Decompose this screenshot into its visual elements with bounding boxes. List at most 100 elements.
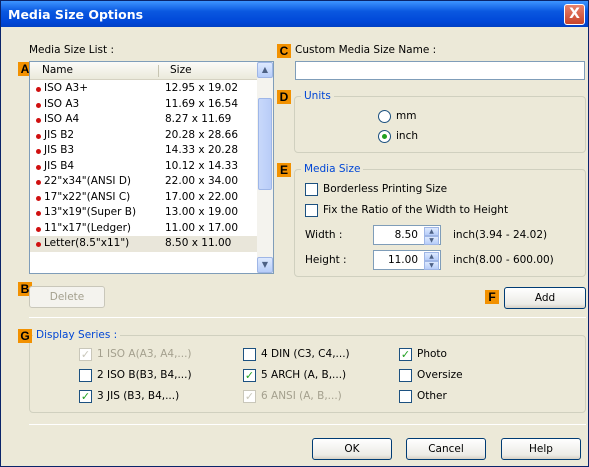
- column-header-name[interactable]: Name: [42, 64, 73, 76]
- series-label: Photo: [417, 348, 447, 360]
- add-button[interactable]: Add: [504, 287, 586, 309]
- list-item-name: 13"x19"(Super B): [44, 206, 137, 218]
- list-item[interactable]: Letter(8.5"x11") 8.50 x 11.00: [30, 236, 258, 252]
- media-size-title: Media Size: [301, 163, 364, 175]
- ok-button[interactable]: OK: [312, 438, 392, 460]
- series-checkbox[interactable]: [399, 390, 412, 403]
- list-item-size: 14.33 x 20.28: [165, 144, 239, 156]
- height-range: inch(8.00 - 600.00): [453, 254, 554, 266]
- list-scrollbar[interactable]: ▲ ▼: [257, 62, 273, 273]
- height-value[interactable]: 11.00: [388, 254, 418, 266]
- list-item[interactable]: 11"x17"(Ledger) 11.00 x 17.00: [30, 221, 258, 237]
- list-item-size: 11.69 x 16.54: [165, 97, 239, 110]
- media-size-list[interactable]: Name Size ISO A3+ 12.95 x 19.02 ISO A3 11.6…: [29, 61, 274, 274]
- delete-button[interactable]: Delete: [29, 286, 105, 308]
- height-up-button[interactable]: ▲: [424, 252, 439, 261]
- series-checkbox[interactable]: ✓: [243, 390, 256, 403]
- series-label: 2 ISO B(B3, B4,...): [97, 369, 192, 381]
- series-label: 6 ANSI (A, B,...): [261, 390, 342, 402]
- width-range: inch(3.94 - 24.02): [453, 229, 548, 241]
- list-item[interactable]: 13"x19"(Super B) 13.00 x 19.00: [30, 205, 258, 221]
- scroll-thumb[interactable]: [258, 98, 272, 190]
- callout-f: F: [485, 290, 499, 304]
- scroll-down-button[interactable]: ▼: [257, 257, 273, 273]
- width-value[interactable]: 8.50: [395, 229, 418, 241]
- units-mm-radio[interactable]: [378, 110, 391, 123]
- divider: [29, 317, 586, 318]
- units-inch-radio[interactable]: [378, 130, 391, 143]
- list-item-size: 22.00 x 34.00: [165, 175, 239, 187]
- bullet-icon: [36, 180, 41, 185]
- height-spinbox[interactable]: 11.00 ▲ ▼: [373, 250, 441, 270]
- series-label: 4 DIN (C3, C4,...): [261, 348, 350, 360]
- bullet-icon: [36, 211, 41, 216]
- media-size-options-dialog: Media Size Options X Media Size List : A…: [0, 0, 589, 467]
- list-item-name: JIS B2: [44, 128, 75, 141]
- close-button[interactable]: X: [564, 4, 585, 25]
- series-checkbox[interactable]: [243, 348, 256, 361]
- callout-g: G: [18, 329, 32, 343]
- list-item-name: Letter(8.5"x11"): [44, 237, 130, 249]
- column-header-size[interactable]: Size: [170, 64, 192, 76]
- borderless-checkbox[interactable]: [305, 183, 318, 196]
- media-size-list-label: Media Size List :: [29, 44, 114, 56]
- width-up-button[interactable]: ▲: [424, 227, 439, 236]
- bullet-icon: [36, 242, 41, 247]
- custom-name-input[interactable]: [295, 61, 585, 80]
- units-group: [294, 96, 586, 153]
- bullet-icon: [36, 164, 41, 170]
- series-checkbox[interactable]: ✓: [399, 348, 412, 361]
- cancel-button[interactable]: Cancel: [406, 438, 486, 460]
- list-item-size: 10.12 x 14.33: [165, 159, 239, 172]
- units-inch-label: inch: [396, 130, 418, 142]
- callout-d: D: [277, 90, 291, 104]
- display-series-title: Display Series :: [33, 329, 121, 341]
- list-item-size: 8.50 x 11.00: [165, 237, 232, 249]
- bullet-icon: [36, 195, 41, 201]
- series-label: Other: [417, 390, 447, 402]
- borderless-label: Borderless Printing Size: [323, 183, 448, 195]
- bullet-icon: [36, 118, 41, 123]
- list-item-size: 8.27 x 11.69: [165, 113, 232, 125]
- width-label: Width :: [305, 229, 343, 241]
- series-label: Oversize: [417, 369, 463, 381]
- fix-ratio-checkbox[interactable]: [305, 204, 318, 217]
- list-item[interactable]: 22"x34"(ANSI D) 22.00 x 34.00: [30, 174, 258, 190]
- help-button[interactable]: Help: [501, 438, 581, 460]
- list-item[interactable]: JIS B2 20.28 x 28.66: [30, 128, 258, 144]
- list-item-size: 17.00 x 22.00: [165, 190, 239, 203]
- scroll-up-button[interactable]: ▲: [257, 62, 273, 78]
- list-item[interactable]: JIS B3 14.33 x 20.28: [30, 143, 258, 159]
- list-item-name: JIS B4: [44, 159, 75, 172]
- series-checkbox[interactable]: ✓: [243, 369, 256, 382]
- list-item-name: ISO A3+: [44, 82, 89, 94]
- custom-name-label: Custom Media Size Name :: [295, 44, 437, 56]
- width-spinbox[interactable]: 8.50 ▲ ▼: [373, 225, 441, 245]
- list-item-name: 17"x22"(ANSI C): [44, 190, 131, 203]
- width-down-button[interactable]: ▼: [424, 236, 439, 245]
- callout-c: C: [277, 44, 291, 58]
- list-item[interactable]: JIS B4 10.12 x 14.33: [30, 159, 258, 175]
- list-item[interactable]: ISO A4 8.27 x 11.69: [30, 112, 258, 128]
- column-separator[interactable]: [158, 65, 159, 77]
- bullet-icon: [36, 102, 41, 108]
- list-item[interactable]: ISO A3+ 12.95 x 19.02: [30, 81, 258, 97]
- list-item-name: 11"x17"(Ledger): [44, 221, 132, 234]
- series-checkbox[interactable]: [79, 369, 92, 382]
- list-item-size: 20.28 x 28.66: [165, 128, 239, 141]
- list-item-name: ISO A4: [44, 113, 80, 125]
- height-spin-buttons[interactable]: ▲ ▼: [424, 252, 439, 270]
- list-item[interactable]: 17"x22"(ANSI C) 17.00 x 22.00: [30, 190, 258, 206]
- units-mm-label: mm: [396, 110, 417, 122]
- height-down-button[interactable]: ▼: [424, 261, 439, 270]
- bullet-icon: [36, 133, 41, 139]
- width-spin-buttons[interactable]: ▲ ▼: [424, 227, 439, 245]
- list-rows: ISO A3+ 12.95 x 19.02 ISO A3 11.69 x 16.54 I…: [30, 81, 258, 252]
- list-item-name: ISO A3: [44, 97, 80, 110]
- title-bar: Media Size Options X: [1, 1, 588, 27]
- series-checkbox[interactable]: [399, 369, 412, 382]
- list-item-name: JIS B3: [44, 144, 75, 156]
- series-checkbox[interactable]: ✓: [79, 348, 92, 361]
- list-item[interactable]: ISO A3 11.69 x 16.54: [30, 97, 258, 113]
- series-checkbox[interactable]: ✓: [79, 390, 92, 403]
